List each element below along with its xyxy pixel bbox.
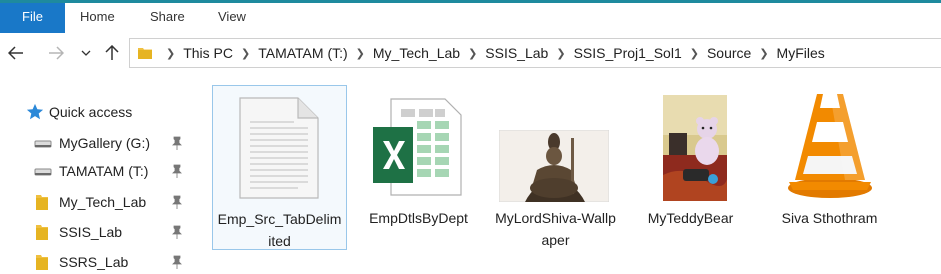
file-item-siva-sthothram[interactable]: Siva Sthothram	[762, 85, 897, 250]
arrow-left-icon	[8, 46, 23, 60]
sidebar-item-quick-access[interactable]: Quick access	[0, 100, 195, 124]
recent-locations-button[interactable]	[74, 39, 98, 67]
sidebar-item-my-tech-lab[interactable]: My_Tech_Lab	[0, 190, 195, 214]
file-name-label: MyLordShiva-Wallpaper	[495, 210, 616, 248]
sidebar-item-tamatam[interactable]: TAMATAM (T:)	[0, 159, 195, 183]
breadcrumb-ssis-proj1-sol1[interactable]: SSIS_Proj1_Sol1	[574, 45, 682, 61]
file-name-label: Emp_Src_TabDelimited	[217, 211, 342, 249]
breadcrumb-my-tech-lab[interactable]: My_Tech_Lab	[373, 45, 460, 61]
pin-icon[interactable]	[171, 225, 183, 239]
breadcrumb-tamatam[interactable]: TAMATAM (T:)	[258, 45, 347, 61]
chevron-down-icon	[81, 50, 91, 56]
breadcrumb-separator[interactable]: ❯	[241, 47, 250, 60]
navigation-bar: ❯ This PC ❯ TAMATAM (T:) ❯ My_Tech_Lab ❯…	[0, 33, 941, 73]
image-thumbnail	[499, 130, 609, 202]
file-item-mylordshiva-wallpaper[interactable]: MyLordShiva-Wallpaper	[488, 85, 623, 250]
pin-icon[interactable]	[171, 136, 183, 150]
back-button[interactable]	[4, 39, 28, 67]
breadcrumb-separator[interactable]: ❯	[759, 47, 768, 60]
sidebar-item-mygallery[interactable]: MyGallery (G:)	[0, 131, 195, 155]
file-item-empdtlsbydept[interactable]: EmpDtlsByDept	[351, 85, 486, 250]
file-item-emp-src-tabdelimited[interactable]: Emp_Src_TabDelimited	[212, 85, 347, 250]
pin-icon[interactable]	[171, 164, 183, 178]
navigation-pane: Quick access MyGallery (G:) TAMATAM (T:)…	[0, 90, 195, 274]
folder-icon	[138, 48, 152, 59]
tab-view[interactable]: View	[208, 3, 256, 33]
folder-icon	[36, 195, 48, 210]
excel-file-icon	[373, 98, 462, 196]
breadcrumb-myfiles[interactable]: MyFiles	[777, 45, 825, 61]
sidebar-item-label: TAMATAM (T:)	[59, 163, 149, 179]
file-name-label: Siva Sthothram	[781, 210, 878, 226]
breadcrumb-separator[interactable]: ❯	[690, 47, 699, 60]
breadcrumb-separator[interactable]: ❯	[356, 47, 365, 60]
ribbon-tabs: File Home Share View	[0, 0, 941, 33]
star-icon	[26, 103, 44, 120]
pin-icon[interactable]	[171, 195, 183, 209]
file-explorer-window: File Home Share View ❯ This PC ❯ TAMATAM…	[0, 0, 941, 274]
sidebar-item-label: SSRS_Lab	[59, 254, 129, 270]
file-list: Emp_Src_TabDelimited EmpDtlsByDept MyLor…	[203, 80, 941, 274]
folder-icon	[36, 255, 48, 270]
sidebar-item-label: My_Tech_Lab	[59, 194, 147, 210]
file-item-myteddybear[interactable]: MyTeddyBear	[623, 85, 758, 250]
sidebar-item-label: SSIS_Lab	[59, 224, 123, 240]
sidebar-item-label: Quick access	[49, 104, 133, 120]
vlc-media-icon	[788, 94, 872, 198]
sidebar-item-ssis-lab[interactable]: SSIS_Lab	[0, 220, 195, 244]
address-bar[interactable]: ❯ This PC ❯ TAMATAM (T:) ❯ My_Tech_Lab ❯…	[129, 38, 941, 68]
sidebar-item-label: MyGallery (G:)	[59, 135, 150, 151]
breadcrumb-source[interactable]: Source	[707, 45, 751, 61]
image-thumbnail	[663, 95, 727, 201]
tab-file[interactable]: File	[0, 3, 65, 33]
forward-button[interactable]	[44, 39, 68, 67]
sidebar-item-ssrs-lab[interactable]: SSRS_Lab	[0, 250, 195, 274]
arrow-up-icon	[105, 45, 119, 60]
drive-icon	[34, 168, 52, 176]
up-button[interactable]	[100, 39, 124, 67]
file-name-label: MyTeddyBear	[647, 210, 734, 226]
file-name-label: EmpDtlsByDept	[369, 210, 468, 226]
arrow-right-icon	[49, 46, 64, 60]
breadcrumb-separator[interactable]: ❯	[166, 47, 175, 60]
tab-home[interactable]: Home	[70, 3, 125, 33]
breadcrumb-separator[interactable]: ❯	[468, 47, 477, 60]
breadcrumb-ssis-lab[interactable]: SSIS_Lab	[485, 45, 548, 61]
pin-icon[interactable]	[171, 255, 183, 269]
text-document-icon	[239, 97, 319, 199]
breadcrumb-this-pc[interactable]: This PC	[183, 45, 233, 61]
folder-icon	[36, 225, 48, 240]
breadcrumb-separator[interactable]: ❯	[556, 47, 565, 60]
tab-share[interactable]: Share	[140, 3, 195, 33]
drive-icon	[34, 140, 52, 148]
